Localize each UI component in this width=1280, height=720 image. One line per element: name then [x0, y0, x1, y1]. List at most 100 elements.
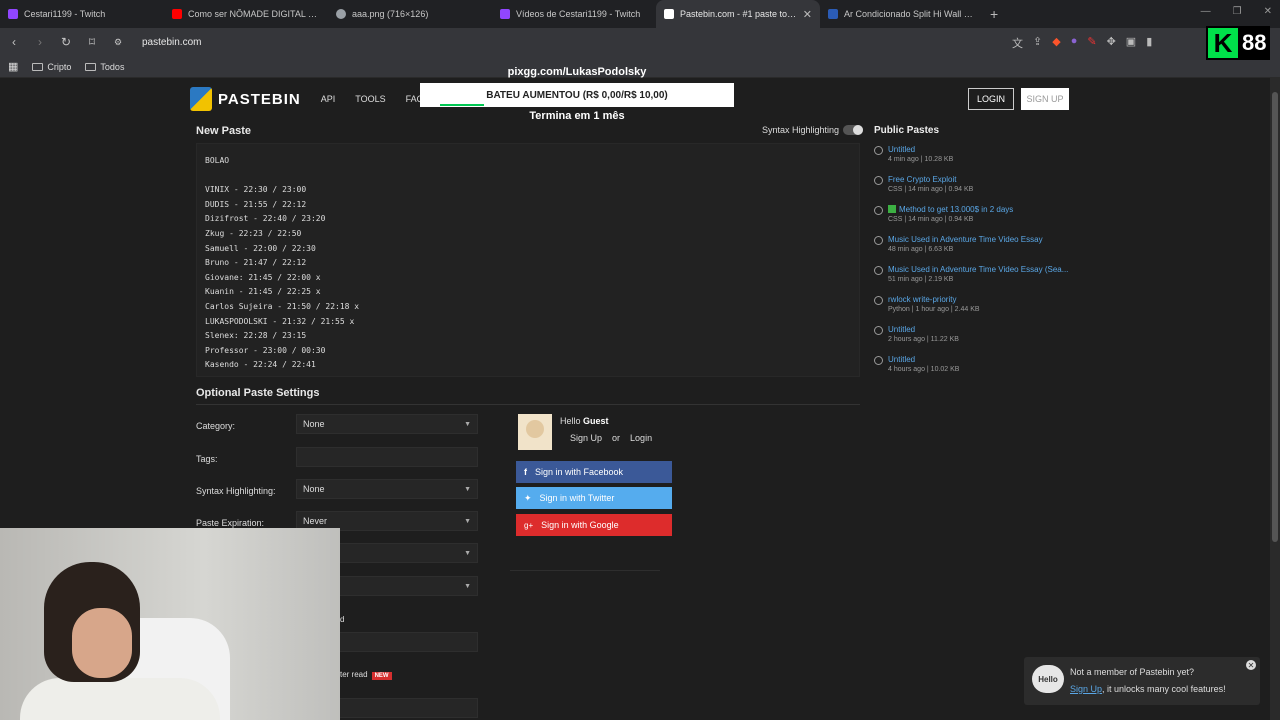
- globe-icon: [874, 356, 883, 365]
- extension-icon[interactable]: ●: [1071, 35, 1078, 51]
- tags-input[interactable]: [296, 447, 478, 467]
- divider: [196, 404, 860, 405]
- browser-tab[interactable]: aaa.png (716×126): [328, 0, 492, 28]
- paste-line: Samuell - 22:00 / 22:30: [205, 243, 316, 253]
- paste-line: Kasendo - 22:24 / 22:41: [205, 360, 316, 370]
- browser-tab[interactable]: Vídeos de Cestari1199 - Twitch: [492, 0, 656, 28]
- divider: [510, 570, 660, 571]
- signup-button[interactable]: SIGN UP: [1021, 88, 1069, 110]
- close-window-icon[interactable]: ✕: [1264, 6, 1272, 17]
- globe-icon: [874, 296, 883, 305]
- close-tab-icon[interactable]: ✕: [803, 8, 812, 21]
- folder-icon: [85, 62, 97, 71]
- close-icon[interactable]: ✕: [1246, 660, 1256, 670]
- address-bar[interactable]: pastebin.com: [142, 37, 201, 48]
- webcam-overlay: [0, 528, 340, 720]
- login-button[interactable]: LOGIN: [968, 88, 1014, 110]
- globe-icon: [874, 236, 883, 245]
- pastebin-icon: [664, 9, 674, 19]
- browser-tab-active[interactable]: Pastebin.com - #1 paste tool sin...✕: [656, 0, 820, 28]
- pastebin-logo[interactable]: PASTEBIN: [190, 87, 301, 111]
- facebook-signin-button[interactable]: f Sign in with Facebook: [516, 461, 672, 483]
- guest-signup-link[interactable]: Sign Up: [570, 433, 602, 443]
- pastebin-logo-icon: [190, 87, 212, 111]
- password-label-fragment: d: [340, 615, 345, 624]
- nav-api[interactable]: API: [321, 94, 336, 104]
- paste-line: Kuanin - 21:45 / 22:25 x: [205, 287, 321, 297]
- scrollbar-thumb[interactable]: [1272, 92, 1278, 542]
- pastebin-hello-icon: Hello: [1032, 665, 1064, 693]
- store-icon: [828, 9, 838, 19]
- stream-badge: K 88: [1206, 26, 1270, 60]
- syntax-highlighting-toggle[interactable]: Syntax Highlighting: [762, 125, 864, 135]
- maximize-icon[interactable]: ❐: [1233, 6, 1242, 17]
- donation-ends: Termina em 1 mês: [529, 110, 625, 122]
- promo-signup-link[interactable]: Sign Up: [1070, 684, 1102, 694]
- paste-line: [205, 169, 359, 184]
- browser-tab[interactable]: Ar Condicionado Split Hi Wall Fujitsu: [820, 0, 984, 28]
- bookmark-folder[interactable]: Todos: [85, 62, 124, 72]
- minimize-icon[interactable]: —: [1201, 6, 1211, 17]
- paste-line: Dizifrost - 22:40 / 23:20: [205, 214, 326, 224]
- translate-icon[interactable]: 文: [1012, 35, 1023, 51]
- syntax-label: Syntax Highlighting:: [196, 486, 276, 496]
- twitter-icon: ✦: [524, 492, 532, 503]
- extension-icons: 文 ⇪ ◆ ● ✎ ✥ ▣ ▮: [1012, 35, 1152, 51]
- burn-after-read-label: ter read NEW: [340, 670, 392, 680]
- facebook-icon: f: [524, 467, 527, 477]
- nav-tools[interactable]: TOOLS: [355, 94, 385, 104]
- sidebar-icon[interactable]: ▮: [1146, 35, 1152, 51]
- site-info-icon[interactable]: ⚙: [112, 37, 124, 48]
- back-icon[interactable]: ‹: [8, 35, 20, 49]
- new-paste-title: New Paste: [196, 125, 252, 137]
- paste-line: Bruno - 21:47 / 22:12: [205, 258, 307, 268]
- bookmark-folder[interactable]: Cripto: [32, 62, 71, 72]
- donation-url: pixgg.com/LukasPodolsky: [507, 66, 647, 78]
- category-select[interactable]: None ▼: [296, 414, 478, 434]
- reload-icon[interactable]: ↻: [60, 35, 72, 49]
- chevron-down-icon: ▼: [464, 421, 471, 428]
- viewer-count: 88: [1242, 30, 1267, 55]
- chevron-down-icon: ▼: [464, 583, 471, 590]
- twitter-signin-button[interactable]: ✦ Sign in with Twitter: [516, 487, 672, 509]
- browser-tab[interactable]: Cestari1199 - Twitch: [0, 0, 164, 28]
- category-label: Category:: [196, 421, 236, 431]
- browser-tab[interactable]: Como ser NÔMADE DIGITAL e progr...: [164, 0, 328, 28]
- paste-line: DUDIS - 21:55 / 22:12: [205, 199, 307, 209]
- window-controls: — ❐ ✕: [1201, 6, 1272, 17]
- toggle-switch[interactable]: [843, 125, 864, 135]
- paste-line: Zkug - 22:23 / 22:50: [205, 228, 302, 238]
- guest-login-link[interactable]: Login: [630, 433, 652, 443]
- bookmark-icon[interactable]: ⌑: [86, 35, 98, 49]
- avatar: [518, 414, 552, 450]
- chevron-down-icon: ▼: [464, 486, 471, 493]
- signup-promo-popup: Hello Not a member of Pastebin yet? Sign…: [1024, 657, 1260, 705]
- browser-tab-bar: Cestari1199 - Twitch Como ser NÔMADE DIG…: [0, 0, 1280, 28]
- donation-goal-bar: [440, 104, 484, 106]
- extension-icon[interactable]: ▣: [1126, 35, 1136, 51]
- page-scrollbar[interactable]: [1270, 78, 1280, 720]
- kick-logo: K: [1208, 28, 1238, 58]
- new-tab-icon[interactable]: +: [990, 6, 998, 22]
- paste-line: Giovane: 21:45 / 22:00 x: [205, 272, 321, 282]
- puzzle-icon[interactable]: ✥: [1107, 35, 1116, 51]
- globe-icon: [874, 146, 883, 155]
- expiration-label: Paste Expiration:: [196, 518, 265, 528]
- globe-icon: [874, 176, 883, 185]
- chevron-down-icon: ▼: [464, 550, 471, 557]
- twitch-icon: [500, 9, 510, 19]
- forward-icon[interactable]: ›: [34, 35, 46, 49]
- guest-name: Guest: [583, 416, 609, 426]
- google-signin-button[interactable]: g+ Sign in with Google: [516, 514, 672, 536]
- globe-icon: [874, 266, 883, 275]
- apps-icon[interactable]: ▦: [8, 60, 18, 73]
- share-icon[interactable]: ⇪: [1033, 35, 1042, 51]
- extension-icon[interactable]: ✎: [1087, 35, 1096, 51]
- paste-content: BOLAO VINIX - 22:30 / 23:00 DUDIS - 21:55…: [205, 154, 359, 373]
- globe-icon: [874, 326, 883, 335]
- paste-line: Professor - 23:00 / 00:30: [205, 345, 326, 355]
- paste-textarea[interactable]: BOLAO VINIX - 22:30 / 23:00 DUDIS - 21:55…: [196, 143, 860, 377]
- syntax-select[interactable]: None ▼: [296, 479, 478, 499]
- paste-line: VINIX - 22:30 / 23:00: [205, 185, 307, 195]
- brave-shield-icon[interactable]: ◆: [1052, 35, 1060, 51]
